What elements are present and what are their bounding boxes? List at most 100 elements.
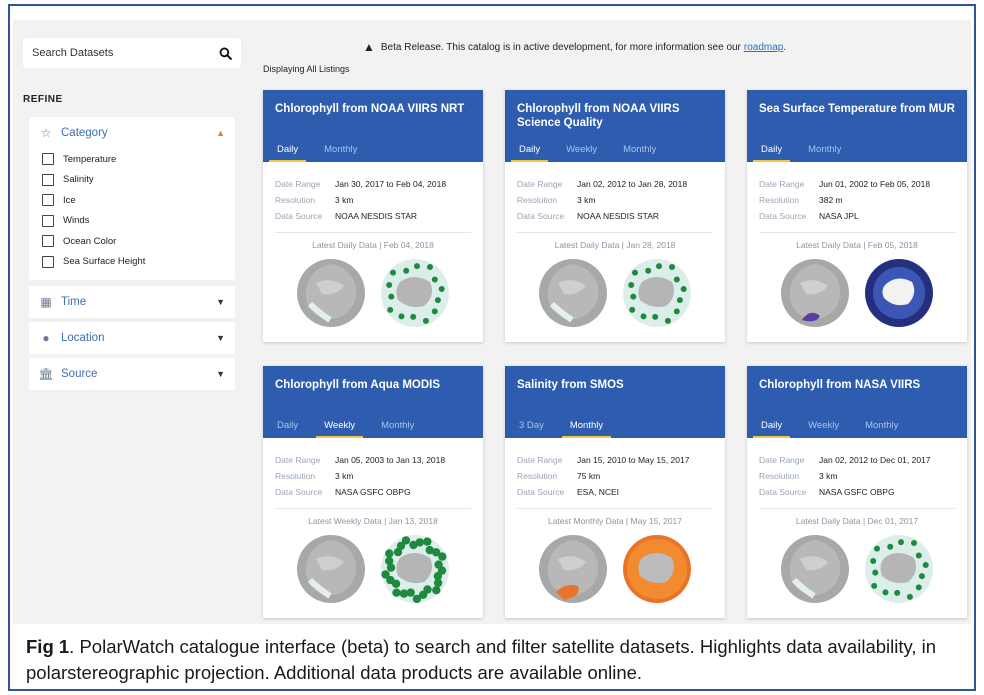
meta-key: Data Source	[517, 211, 565, 221]
location-panel[interactable]: ● Location ▼	[29, 322, 235, 354]
card-title[interactable]: Chlorophyll from NOAA VIIRS NRT	[275, 102, 473, 116]
divider	[517, 232, 713, 233]
calendar-icon: ▦	[40, 295, 52, 309]
listing-status: Displaying All Listings	[263, 64, 350, 74]
latest-data-label: Latest Daily Data | Feb 04, 2018	[312, 240, 434, 250]
latest-data-label: Latest Daily Data | Dec 01, 2017	[795, 516, 919, 526]
card-title[interactable]: Sea Surface Temperature from MUR	[759, 102, 957, 116]
tab-monthly[interactable]: Monthly	[373, 416, 422, 438]
card-header: Chlorophyll from NASA VIIRS Daily Weekly Mo…	[747, 366, 967, 438]
location-label: Location	[61, 332, 105, 344]
data-source-value: NASA GSFC OBPG	[819, 487, 895, 497]
beta-notice: ▲ Beta Release. This catalog is in activ…	[363, 40, 786, 54]
tab-daily[interactable]: Daily	[753, 416, 791, 438]
preview-maps[interactable]	[505, 258, 725, 328]
tab-monthly[interactable]: Monthly	[615, 140, 664, 162]
category-option[interactable]: Sea Surface Height	[29, 252, 235, 273]
date-range-value: Jun 01, 2002 to Feb 05, 2018	[819, 179, 931, 189]
preview-maps[interactable]	[263, 534, 483, 604]
caret-up-icon: ▲	[216, 128, 225, 138]
roadmap-link[interactable]: roadmap	[744, 42, 783, 53]
data-source-value: NASA GSFC OBPG	[335, 487, 411, 497]
category-toggle[interactable]: ☆ Category ▲	[29, 117, 235, 149]
antarctic-map-icon	[381, 259, 449, 327]
card-header: Chlorophyll from NOAA VIIRS Science Qual…	[505, 90, 725, 162]
beta-text: Beta Release. This catalog is in active …	[380, 41, 741, 53]
dataset-card[interactable]: Chlorophyll from Aqua MODIS Daily Weekly Mo…	[263, 366, 483, 618]
card-meta: Date Range Jan 30, 2017 to Feb 04, 2018 Re…	[263, 162, 483, 224]
resolution-value: 3 km	[819, 471, 838, 481]
checkbox[interactable]	[42, 214, 54, 227]
card-title[interactable]: Salinity from SMOS	[517, 378, 715, 392]
meta-key: Date Range	[275, 179, 321, 189]
meta-key: Resolution	[759, 471, 800, 481]
dataset-card[interactable]: Chlorophyll from NASA VIIRS Daily Weekly Mo…	[747, 366, 967, 618]
figure-caption: Fig 1. PolarWatch catalogue interface (b…	[26, 634, 971, 686]
category-label: Category	[61, 127, 108, 139]
card-meta: Date Range Jan 05, 2003 to Jan 13, 2018 Re…	[263, 438, 483, 500]
source-panel[interactable]: 🏛 Source ▼	[29, 358, 235, 390]
card-title[interactable]: Chlorophyll from NASA VIIRS	[759, 378, 957, 392]
card-header: Chlorophyll from Aqua MODIS Daily Weekly Mo…	[263, 366, 483, 438]
meta-key: Data Source	[759, 211, 807, 221]
dataset-card[interactable]: Salinity from SMOS 3 Day Monthly Date Range…	[505, 366, 725, 618]
tab-3-day[interactable]: 3 Day	[511, 416, 552, 438]
card-title[interactable]: Chlorophyll from Aqua MODIS	[275, 378, 473, 392]
category-option[interactable]: Temperature	[29, 149, 235, 170]
category-option[interactable]: Ice	[29, 190, 235, 211]
category-option-label: Ocean Color	[63, 235, 117, 247]
card-tabs: Daily Monthly	[263, 140, 375, 162]
tab-monthly[interactable]: Monthly	[316, 140, 365, 162]
preview-maps[interactable]	[747, 534, 967, 604]
category-option[interactable]: Salinity	[29, 170, 235, 191]
search-input[interactable]: Search Datasets	[23, 38, 241, 68]
meta-key: Resolution	[275, 471, 316, 481]
arctic-map-icon	[781, 259, 849, 327]
resolution-value: 3 km	[577, 195, 596, 205]
checkbox[interactable]	[42, 255, 54, 268]
card-title[interactable]: Chlorophyll from NOAA VIIRS Science Qual…	[517, 102, 715, 130]
latest-data-label: Latest Monthly Data | May 15, 2017	[547, 516, 683, 526]
dataset-card[interactable]: Chlorophyll from NOAA VIIRS NRT Daily Mont…	[263, 90, 483, 342]
meta-key: Date Range	[517, 455, 563, 465]
card-header: Sea Surface Temperature from MUR Daily Mon…	[747, 90, 967, 162]
time-panel[interactable]: ▦ Time ▼	[29, 286, 235, 318]
tab-monthly[interactable]: Monthly	[561, 416, 612, 438]
meta-key: Data Source	[759, 487, 807, 497]
tab-weekly[interactable]: Weekly	[558, 140, 605, 162]
arctic-map-icon	[297, 535, 365, 603]
category-option[interactable]: Winds	[29, 211, 235, 232]
category-panel: ☆ Category ▲ Temperature Salinity Ice Winds…	[29, 117, 235, 280]
tab-monthly[interactable]: Monthly	[857, 416, 906, 438]
category-option-label: Ice	[63, 194, 76, 206]
divider	[759, 508, 955, 509]
tab-daily[interactable]: Daily	[753, 140, 791, 162]
tab-weekly[interactable]: Weekly	[316, 416, 364, 438]
dataset-card[interactable]: Chlorophyll from NOAA VIIRS Science Qual…	[505, 90, 725, 342]
dataset-card[interactable]: Sea Surface Temperature from MUR Daily Mon…	[747, 90, 967, 342]
resolution-value: 75 km	[577, 471, 601, 481]
checkbox[interactable]	[42, 194, 54, 207]
date-range-value: Jan 15, 2010 to May 15, 2017	[577, 455, 690, 465]
tab-daily[interactable]: Daily	[511, 140, 549, 162]
refine-heading: REFINE	[23, 94, 63, 105]
tab-daily[interactable]: Daily	[269, 140, 307, 162]
catalog-screen: Search Datasets REFINE ☆ Category ▲ Temp…	[13, 20, 971, 624]
preview-maps[interactable]	[747, 258, 967, 328]
preview-maps[interactable]	[263, 258, 483, 328]
tab-monthly[interactable]: Monthly	[800, 140, 849, 162]
source-label: Source	[61, 368, 98, 380]
checkbox[interactable]	[42, 173, 54, 186]
checkbox[interactable]	[42, 153, 54, 166]
checkbox[interactable]	[42, 235, 54, 248]
tab-daily[interactable]: Daily	[269, 416, 306, 438]
meta-key: Date Range	[759, 179, 805, 189]
caret-down-icon: ▼	[216, 297, 225, 307]
latest-data-label: Latest Daily Data | Feb 05, 2018	[796, 240, 918, 250]
tab-weekly[interactable]: Weekly	[800, 416, 847, 438]
preview-maps[interactable]	[505, 534, 725, 604]
search-icon[interactable]	[219, 47, 232, 60]
time-label: Time	[61, 296, 87, 308]
arctic-map-icon	[781, 535, 849, 603]
category-option[interactable]: Ocean Color	[29, 231, 235, 252]
